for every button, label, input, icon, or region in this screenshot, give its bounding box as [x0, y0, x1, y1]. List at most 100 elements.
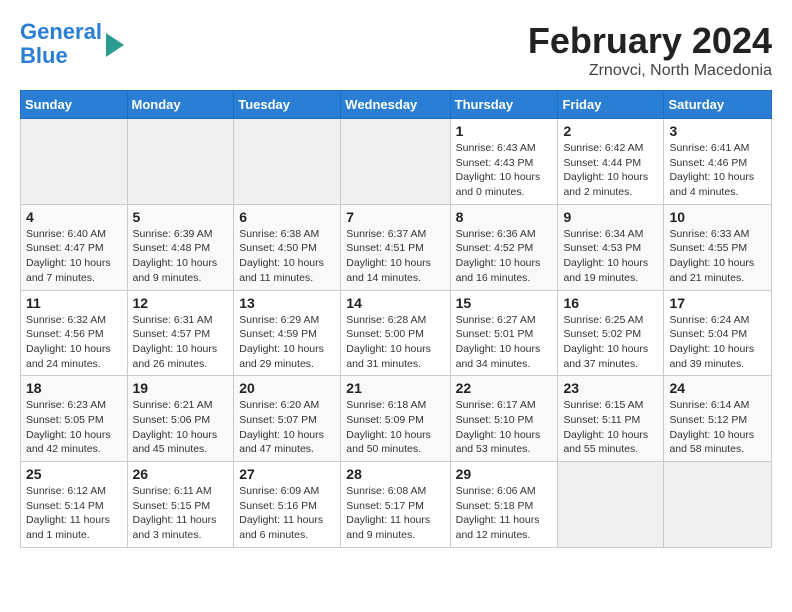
day-info: Sunrise: 6:29 AMSunset: 4:59 PMDaylight:…: [239, 313, 335, 372]
day-info: Sunrise: 6:39 AMSunset: 4:48 PMDaylight:…: [133, 227, 229, 286]
calendar-cell: [341, 119, 450, 205]
day-number: 28: [346, 466, 444, 482]
day-number: 3: [669, 123, 766, 139]
calendar-cell: 23 Sunrise: 6:15 AMSunset: 5:11 PMDayligh…: [558, 376, 664, 462]
calendar-cell: 17 Sunrise: 6:24 AMSunset: 5:04 PMDayligh…: [664, 290, 772, 376]
calendar-cell: 6 Sunrise: 6:38 AMSunset: 4:50 PMDaylight…: [234, 204, 341, 290]
calendar-cell: 18Sunrise: 6:23 AMSunset: 5:05 PMDayligh…: [21, 376, 128, 462]
header-monday: Monday: [127, 91, 234, 119]
page-title: February 2024: [528, 20, 772, 62]
day-number: 2: [563, 123, 658, 139]
calendar-cell: 5 Sunrise: 6:39 AMSunset: 4:48 PMDaylight…: [127, 204, 234, 290]
day-info: Sunrise: 6:15 AMSunset: 5:11 PMDaylight:…: [563, 398, 658, 457]
header-saturday: Saturday: [664, 91, 772, 119]
day-info: Sunrise: 6:42 AMSunset: 4:44 PMDaylight:…: [563, 141, 658, 200]
day-info: Sunrise: 6:40 AMSunset: 4:47 PMDaylight:…: [26, 227, 122, 286]
logo-blue: Blue: [20, 43, 68, 68]
day-info: Sunrise: 6:41 AMSunset: 4:46 PMDaylight:…: [669, 141, 766, 200]
day-info: Sunrise: 6:11 AMSunset: 5:15 PMDaylight:…: [133, 484, 229, 543]
calendar-cell: [21, 119, 128, 205]
calendar-cell: 8 Sunrise: 6:36 AMSunset: 4:52 PMDaylight…: [450, 204, 558, 290]
day-info: Sunrise: 6:32 AMSunset: 4:56 PMDaylight:…: [26, 313, 122, 372]
day-number: 22: [456, 380, 553, 396]
calendar-cell: 29 Sunrise: 6:06 AMSunset: 5:18 PMDayligh…: [450, 462, 558, 548]
calendar-cell: 28Sunrise: 6:08 AMSunset: 5:17 PMDayligh…: [341, 462, 450, 548]
calendar-cell: [558, 462, 664, 548]
day-number: 16: [563, 295, 658, 311]
calendar-cell: 27 Sunrise: 6:09 AMSunset: 5:16 PMDayligh…: [234, 462, 341, 548]
day-info: Sunrise: 6:20 AMSunset: 5:07 PMDaylight:…: [239, 398, 335, 457]
day-info: Sunrise: 6:38 AMSunset: 4:50 PMDaylight:…: [239, 227, 335, 286]
calendar-cell: 1 Sunrise: 6:43 AMSunset: 4:43 PMDaylight…: [450, 119, 558, 205]
calendar-cell: 22 Sunrise: 6:17 AMSunset: 5:10 PMDayligh…: [450, 376, 558, 462]
day-number: 17: [669, 295, 766, 311]
header-sunday: Sunday: [21, 91, 128, 119]
day-info: Sunrise: 6:33 AMSunset: 4:55 PMDaylight:…: [669, 227, 766, 286]
calendar-cell: 19 Sunrise: 6:21 AMSunset: 5:06 PMDayligh…: [127, 376, 234, 462]
calendar-cell: [127, 119, 234, 205]
day-number: 20: [239, 380, 335, 396]
day-number: 29: [456, 466, 553, 482]
day-number: 23: [563, 380, 658, 396]
day-info: Sunrise: 6:09 AMSunset: 5:16 PMDaylight:…: [239, 484, 335, 543]
day-number: 6: [239, 209, 335, 225]
calendar-cell: 21 Sunrise: 6:18 AMSunset: 5:09 PMDayligh…: [341, 376, 450, 462]
header-tuesday: Tuesday: [234, 91, 341, 119]
calendar-cell: 4 Sunrise: 6:40 AMSunset: 4:47 PMDaylight…: [21, 204, 128, 290]
header-thursday: Thursday: [450, 91, 558, 119]
calendar-cell: 14Sunrise: 6:28 AMSunset: 5:00 PMDayligh…: [341, 290, 450, 376]
calendar-cell: 7 Sunrise: 6:37 AMSunset: 4:51 PMDaylight…: [341, 204, 450, 290]
calendar-week-3: 18Sunrise: 6:23 AMSunset: 5:05 PMDayligh…: [21, 376, 772, 462]
day-info: Sunrise: 6:37 AMSunset: 4:51 PMDaylight:…: [346, 227, 444, 286]
day-number: 27: [239, 466, 335, 482]
calendar-cell: 26 Sunrise: 6:11 AMSunset: 5:15 PMDayligh…: [127, 462, 234, 548]
logo: General Blue: [20, 20, 124, 68]
day-info: Sunrise: 6:27 AMSunset: 5:01 PMDaylight:…: [456, 313, 553, 372]
calendar-week-2: 11 Sunrise: 6:32 AMSunset: 4:56 PMDayligh…: [21, 290, 772, 376]
day-number: 13: [239, 295, 335, 311]
page-subtitle: Zrnovci, North Macedonia: [528, 62, 772, 80]
calendar-week-0: 1 Sunrise: 6:43 AMSunset: 4:43 PMDaylight…: [21, 119, 772, 205]
day-number: 24: [669, 380, 766, 396]
day-number: 26: [133, 466, 229, 482]
calendar-cell: 15Sunrise: 6:27 AMSunset: 5:01 PMDayligh…: [450, 290, 558, 376]
day-info: Sunrise: 6:36 AMSunset: 4:52 PMDaylight:…: [456, 227, 553, 286]
calendar-cell: 12 Sunrise: 6:31 AMSunset: 4:57 PMDayligh…: [127, 290, 234, 376]
title-block: February 2024 Zrnovci, North Macedonia: [528, 20, 772, 80]
day-number: 8: [456, 209, 553, 225]
day-number: 19: [133, 380, 229, 396]
day-info: Sunrise: 6:31 AMSunset: 4:57 PMDaylight:…: [133, 313, 229, 372]
day-info: Sunrise: 6:23 AMSunset: 5:05 PMDaylight:…: [26, 398, 122, 457]
calendar-cell: 16 Sunrise: 6:25 AMSunset: 5:02 PMDayligh…: [558, 290, 664, 376]
calendar-cell: 2 Sunrise: 6:42 AMSunset: 4:44 PMDaylight…: [558, 119, 664, 205]
day-number: 25: [26, 466, 122, 482]
day-number: 9: [563, 209, 658, 225]
calendar-cell: 11 Sunrise: 6:32 AMSunset: 4:56 PMDayligh…: [21, 290, 128, 376]
day-info: Sunrise: 6:17 AMSunset: 5:10 PMDaylight:…: [456, 398, 553, 457]
day-info: Sunrise: 6:24 AMSunset: 5:04 PMDaylight:…: [669, 313, 766, 372]
day-info: Sunrise: 6:14 AMSunset: 5:12 PMDaylight:…: [669, 398, 766, 457]
day-info: Sunrise: 6:25 AMSunset: 5:02 PMDaylight:…: [563, 313, 658, 372]
day-number: 1: [456, 123, 553, 139]
calendar-week-1: 4 Sunrise: 6:40 AMSunset: 4:47 PMDaylight…: [21, 204, 772, 290]
day-number: 14: [346, 295, 444, 311]
calendar-cell: 3 Sunrise: 6:41 AMSunset: 4:46 PMDaylight…: [664, 119, 772, 205]
calendar-table: SundayMondayTuesdayWednesdayThursdayFrid…: [20, 90, 772, 548]
day-number: 10: [669, 209, 766, 225]
calendar-cell: 20 Sunrise: 6:20 AMSunset: 5:07 PMDayligh…: [234, 376, 341, 462]
day-info: Sunrise: 6:06 AMSunset: 5:18 PMDaylight:…: [456, 484, 553, 543]
page-header: General Blue February 2024 Zrnovci, Nort…: [20, 20, 772, 80]
day-info: Sunrise: 6:18 AMSunset: 5:09 PMDaylight:…: [346, 398, 444, 457]
day-info: Sunrise: 6:21 AMSunset: 5:06 PMDaylight:…: [133, 398, 229, 457]
day-number: 21: [346, 380, 444, 396]
day-number: 5: [133, 209, 229, 225]
day-number: 7: [346, 209, 444, 225]
logo-arrow-icon: [106, 33, 124, 57]
header-friday: Friday: [558, 91, 664, 119]
day-info: Sunrise: 6:43 AMSunset: 4:43 PMDaylight:…: [456, 141, 553, 200]
calendar-cell: 9Sunrise: 6:34 AMSunset: 4:53 PMDaylight…: [558, 204, 664, 290]
day-number: 4: [26, 209, 122, 225]
day-number: 11: [26, 295, 122, 311]
day-number: 12: [133, 295, 229, 311]
calendar-cell: 24 Sunrise: 6:14 AMSunset: 5:12 PMDayligh…: [664, 376, 772, 462]
